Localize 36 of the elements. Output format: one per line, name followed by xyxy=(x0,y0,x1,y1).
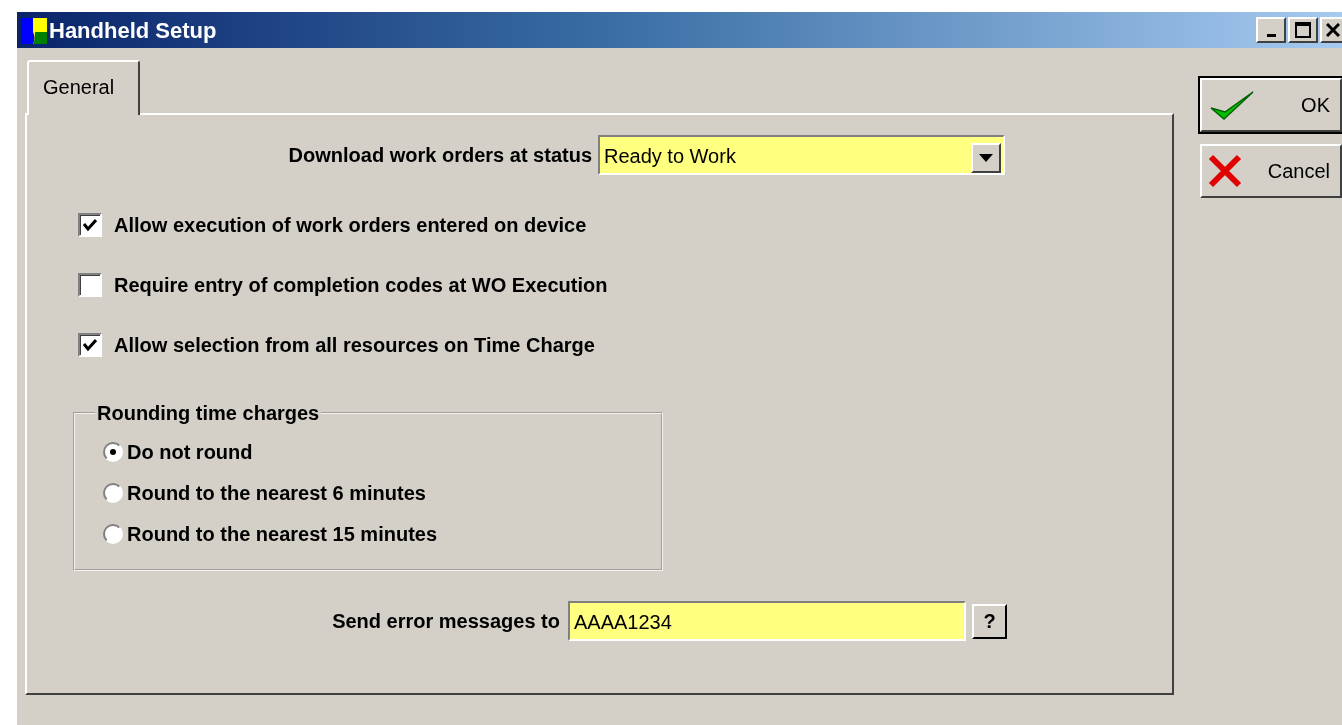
radio-button[interactable] xyxy=(103,441,123,462)
window-title: Handheld Setup xyxy=(49,16,217,45)
maximize-button[interactable] xyxy=(1288,17,1318,43)
cross-icon xyxy=(1208,154,1242,188)
help-button[interactable]: ? xyxy=(972,603,1007,639)
minimize-icon xyxy=(1266,33,1276,37)
dropdown-value: Ready to Work xyxy=(604,144,736,169)
option-label: Allow execution of work orders entered on device xyxy=(114,213,587,238)
status-dropdown[interactable]: Ready to Work xyxy=(598,135,1005,175)
check-icon xyxy=(83,338,97,352)
checkbox[interactable] xyxy=(78,273,102,297)
app-icon xyxy=(21,16,47,44)
close-button[interactable] xyxy=(1320,17,1342,43)
field-label: Download work orders at status xyxy=(288,144,592,166)
check-icon xyxy=(83,218,97,232)
dropdown-button[interactable] xyxy=(971,143,1001,173)
tab[interactable]: General xyxy=(27,60,140,115)
option-label: Round to the nearest 6 minutes xyxy=(127,480,426,506)
error-recipient-field[interactable]: AAAA1234 xyxy=(568,601,966,641)
maximize-icon xyxy=(1295,22,1311,38)
checkbox[interactable] xyxy=(78,333,102,357)
cancel-button[interactable]: Cancel xyxy=(1200,144,1342,198)
caret-icon xyxy=(979,154,993,162)
ok-button[interactable]: OK xyxy=(1200,78,1342,132)
option-label: Do not round xyxy=(127,439,253,465)
option-label: Require entry of completion codes at WO Execution xyxy=(114,273,608,298)
radio-button[interactable] xyxy=(103,482,123,503)
close-icon xyxy=(1326,23,1340,37)
field-label: Send error messages to xyxy=(332,610,560,632)
checkbox[interactable] xyxy=(78,213,102,237)
checkmark-icon xyxy=(1208,88,1256,122)
option-label: Round to the nearest 15 minutes xyxy=(127,521,438,547)
group-title: Rounding time charges xyxy=(96,403,321,423)
minimize-button[interactable] xyxy=(1256,17,1286,43)
radio-button[interactable] xyxy=(103,523,123,544)
option-label: Allow selection from all resources on Time Charge xyxy=(114,333,595,358)
